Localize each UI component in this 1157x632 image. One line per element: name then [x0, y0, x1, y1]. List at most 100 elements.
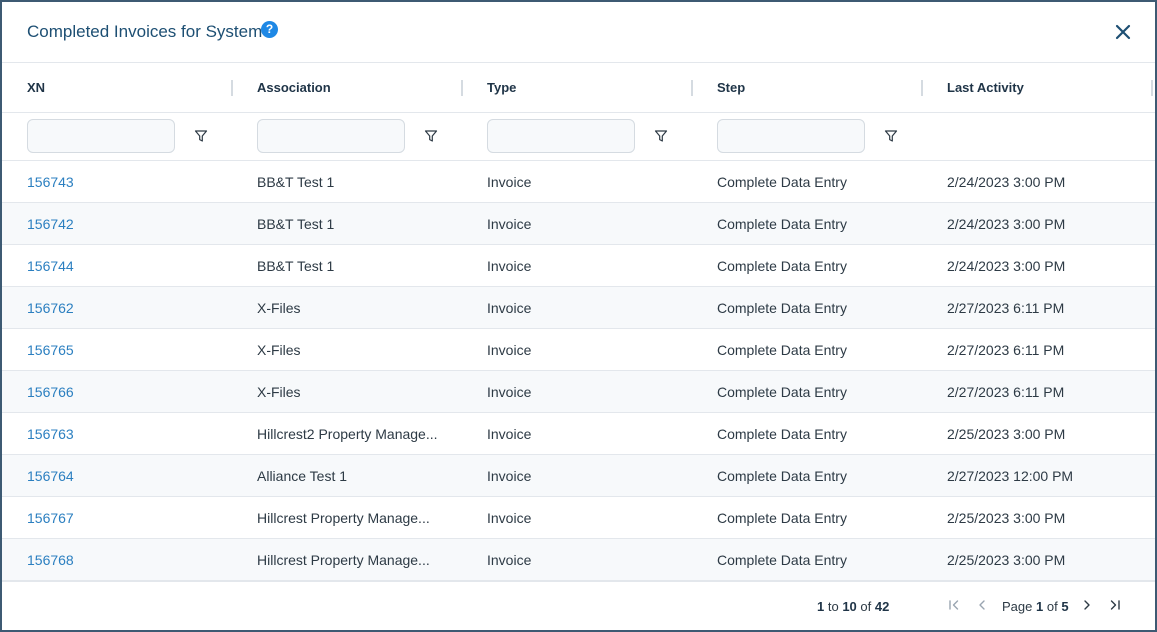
type-cell: Invoice [487, 552, 532, 568]
type-cell: Invoice [487, 300, 532, 316]
next-page-icon[interactable] [1080, 598, 1094, 612]
type-cell: Invoice [487, 468, 532, 484]
last-activity-cell: 2/25/2023 3:00 PM [947, 426, 1066, 442]
xn-link[interactable]: 156765 [27, 329, 74, 371]
last-activity-cell: 2/24/2023 3:00 PM [947, 258, 1066, 274]
filter-row [2, 113, 1155, 161]
association-cell: BB&T Test 1 [257, 258, 335, 274]
table-row[interactable]: 156762 X-Files Invoice Complete Data Ent… [2, 287, 1155, 329]
xn-link[interactable]: 156767 [27, 497, 74, 539]
column-header-association[interactable]: Association [257, 63, 331, 113]
xn-filter-input[interactable] [27, 119, 175, 153]
last-activity-cell: 2/27/2023 6:11 PM [947, 384, 1065, 400]
xn-link[interactable]: 156744 [27, 245, 74, 287]
association-filter-input[interactable] [257, 119, 405, 153]
association-cell: X-Files [257, 300, 301, 316]
association-cell: Alliance Test 1 [257, 468, 348, 484]
grid-header: XN Association Type Step Last Activity [2, 63, 1155, 113]
last-activity-cell: 2/24/2023 3:00 PM [947, 174, 1066, 190]
column-resize-handle[interactable] [691, 80, 693, 96]
table-row[interactable]: 156763 Hillcrest2 Property Manage... Inv… [2, 413, 1155, 455]
type-filter-input[interactable] [487, 119, 635, 153]
xn-link[interactable]: 156762 [27, 287, 74, 329]
table-row[interactable]: 156744 BB&T Test 1 Invoice Complete Data… [2, 245, 1155, 287]
step-cell: Complete Data Entry [717, 510, 847, 526]
grid-body: 156743 BB&T Test 1 Invoice Complete Data… [2, 161, 1155, 581]
column-header-step[interactable]: Step [717, 63, 745, 113]
association-cell: BB&T Test 1 [257, 216, 335, 232]
column-resize-handle[interactable] [921, 80, 923, 96]
association-cell: Hillcrest Property Manage... [257, 552, 430, 568]
type-cell: Invoice [487, 216, 532, 232]
dialog-header: Completed Invoices for System ? [2, 2, 1155, 63]
filter-icon[interactable] [194, 129, 208, 143]
step-cell: Complete Data Entry [717, 174, 847, 190]
type-cell: Invoice [487, 174, 532, 190]
xn-link[interactable]: 156768 [27, 539, 74, 581]
last-activity-cell: 2/27/2023 12:00 PM [947, 468, 1074, 484]
completed-invoices-dialog: Completed Invoices for System ? XN Assoc… [2, 2, 1155, 630]
type-cell: Invoice [487, 384, 532, 400]
table-row[interactable]: 156764 Alliance Test 1 Invoice Complete … [2, 455, 1155, 497]
xn-link[interactable]: 156763 [27, 413, 74, 455]
column-resize-handle[interactable] [231, 80, 233, 96]
total-count: 42 [874, 599, 890, 614]
page-indicator: Page 1 of 5 [1002, 599, 1069, 614]
type-cell: Invoice [487, 342, 532, 358]
help-icon[interactable]: ? [261, 21, 278, 38]
step-cell: Complete Data Entry [717, 552, 847, 568]
dialog-title: Completed Invoices for System [27, 22, 263, 41]
pagination-footer: 1 to 10 of 42 Page 1 of 5 [2, 581, 1155, 630]
table-row[interactable]: 156765 X-Files Invoice Complete Data Ent… [2, 329, 1155, 371]
record-count: 1 to 10 of 42 [817, 599, 889, 614]
association-cell: Hillcrest2 Property Manage... [257, 426, 438, 442]
last-activity-cell: 2/25/2023 3:00 PM [947, 552, 1066, 568]
step-cell: Complete Data Entry [717, 426, 847, 442]
range-start: 1 [817, 599, 825, 614]
step-cell: Complete Data Entry [717, 300, 847, 316]
step-filter-input[interactable] [717, 119, 865, 153]
xn-link[interactable]: 156766 [27, 371, 74, 413]
last-activity-cell: 2/24/2023 3:00 PM [947, 216, 1066, 232]
type-cell: Invoice [487, 258, 532, 274]
first-page-icon[interactable] [947, 598, 961, 612]
page-current: 1 [1036, 599, 1044, 614]
table-row[interactable]: 156742 BB&T Test 1 Invoice Complete Data… [2, 203, 1155, 245]
step-cell: Complete Data Entry [717, 258, 847, 274]
column-header-xn[interactable]: XN [27, 63, 45, 113]
last-activity-cell: 2/25/2023 3:00 PM [947, 510, 1066, 526]
last-activity-cell: 2/27/2023 6:11 PM [947, 342, 1065, 358]
column-resize-handle[interactable] [1151, 80, 1153, 96]
xn-link[interactable]: 156764 [27, 455, 74, 497]
step-cell: Complete Data Entry [717, 216, 847, 232]
close-icon [1115, 24, 1131, 40]
filter-icon[interactable] [424, 129, 438, 143]
close-button[interactable] [1111, 20, 1135, 44]
filter-icon[interactable] [654, 129, 668, 143]
page-of-label: of [1046, 599, 1058, 614]
association-cell: Hillcrest Property Manage... [257, 510, 430, 526]
step-cell: Complete Data Entry [717, 342, 847, 358]
filter-icon[interactable] [884, 129, 898, 143]
table-row[interactable]: 156768 Hillcrest Property Manage... Invo… [2, 539, 1155, 581]
table-row[interactable]: 156743 BB&T Test 1 Invoice Complete Data… [2, 161, 1155, 203]
column-resize-handle[interactable] [461, 80, 463, 96]
page-total: 5 [1061, 599, 1069, 614]
previous-page-icon[interactable] [975, 598, 989, 612]
xn-link[interactable]: 156743 [27, 161, 74, 203]
type-cell: Invoice [487, 510, 532, 526]
step-cell: Complete Data Entry [717, 384, 847, 400]
table-row[interactable]: 156767 Hillcrest Property Manage... Invo… [2, 497, 1155, 539]
range-of-label: of [860, 599, 872, 614]
step-cell: Complete Data Entry [717, 468, 847, 484]
xn-link[interactable]: 156742 [27, 203, 74, 245]
association-cell: X-Files [257, 384, 301, 400]
range-end: 10 [842, 599, 857, 614]
column-header-type[interactable]: Type [487, 63, 516, 113]
table-row[interactable]: 156766 X-Files Invoice Complete Data Ent… [2, 371, 1155, 413]
column-header-last-activity[interactable]: Last Activity [947, 63, 1024, 113]
last-page-icon[interactable] [1108, 598, 1122, 612]
type-cell: Invoice [487, 426, 532, 442]
last-activity-cell: 2/27/2023 6:11 PM [947, 300, 1065, 316]
association-cell: BB&T Test 1 [257, 174, 335, 190]
